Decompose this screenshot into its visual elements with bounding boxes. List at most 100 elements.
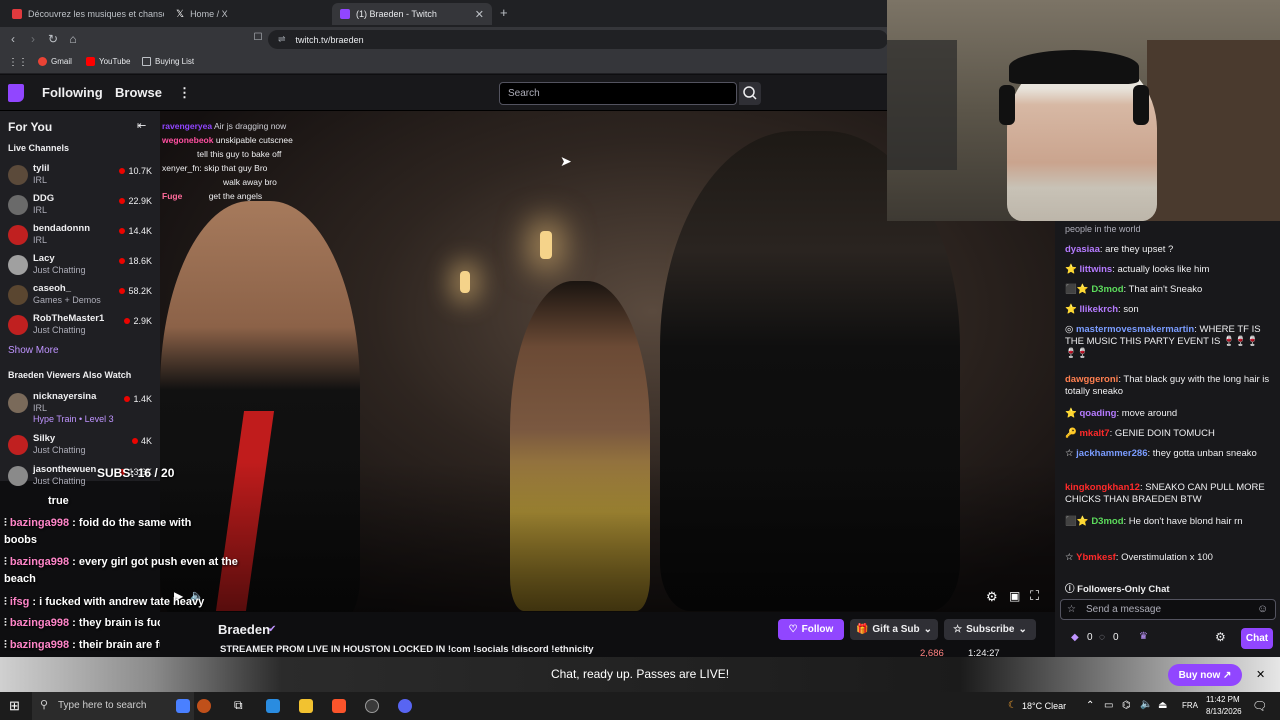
close-tab-icon[interactable]: ✕: [475, 8, 484, 21]
search-icon: [743, 86, 757, 100]
sidebar-channel[interactable]: tylil IRL 10.7K: [0, 162, 160, 192]
chat-username[interactable]: mkalt7: [1079, 428, 1109, 439]
notifications-icon[interactable]: 🗨: [1252, 699, 1267, 713]
chat-username[interactable]: D3mod: [1091, 284, 1123, 295]
apps-icon[interactable]: ⋮⋮: [8, 57, 28, 68]
search-input[interactable]: Search: [499, 82, 737, 105]
fullscreen-icon[interactable]: ⛶: [1030, 588, 1039, 604]
brave-browser-icon[interactable]: [332, 699, 346, 713]
browser-tab[interactable]: Découvrez les musiques et chanson: [4, 3, 164, 25]
site-info-icon[interactable]: ⇌: [278, 34, 286, 45]
reload-icon[interactable]: ↻: [45, 32, 61, 46]
chat-message-input[interactable]: ☆ Send a message ☺: [1060, 599, 1276, 620]
live-channels-heading: Live Channels: [8, 143, 70, 153]
bookmark-label: Gmail: [51, 57, 72, 66]
copilot-app-icon[interactable]: [266, 699, 280, 713]
buy-now-button[interactable]: Buy now ↗: [1168, 664, 1242, 686]
home-icon[interactable]: ⌂: [65, 32, 81, 46]
twitch-logo-icon[interactable]: [8, 84, 24, 102]
more-menu-icon[interactable]: ⋮: [178, 85, 191, 101]
network-icon[interactable]: ⌬: [1122, 700, 1131, 711]
chat-username[interactable]: jackhammer286: [1076, 448, 1147, 459]
football-icon[interactable]: [197, 699, 211, 713]
chat-username[interactable]: Ybmkesf: [1076, 552, 1116, 563]
taskbar-search-input[interactable]: ⚲ Type here to search: [32, 692, 194, 720]
chat-text: GENIE DOIN TOMUCH: [1114, 428, 1215, 439]
close-banner-icon[interactable]: ✕: [1256, 668, 1265, 681]
overlay-chat-message: ⫶ bazinga998 : they brain is fucked: [4, 617, 183, 629]
gift-sub-button[interactable]: 🎁 Gift a Sub ⌄: [850, 619, 938, 640]
battery-icon[interactable]: ▭: [1104, 700, 1113, 711]
browser-tab[interactable]: 𝕏 Home / X: [168, 3, 328, 25]
sidebar-channel[interactable]: Silky Just Chatting 4K: [0, 432, 160, 462]
sidebar-channel[interactable]: Lacy Just Chatting 18.6K: [0, 252, 160, 282]
obs-icon[interactable]: [365, 699, 379, 713]
tray-chevron-icon[interactable]: ⌃: [1086, 700, 1094, 711]
bits-icon[interactable]: ◆: [1071, 632, 1079, 643]
chat-username[interactable]: mastermovesmakermartin: [1076, 324, 1194, 335]
chat-username[interactable]: dawggeroni: [1065, 374, 1118, 385]
bookmark-buying-list[interactable]: Buying List: [142, 57, 194, 66]
viewer-count-text: 58.2K: [128, 286, 152, 296]
channel-name[interactable]: Braeden: [218, 622, 270, 637]
chat-send-button[interactable]: Chat: [1241, 628, 1273, 649]
overlay-chat-line: ravengeryea Air js dragging now: [162, 121, 286, 131]
discord-icon[interactable]: [398, 699, 412, 713]
chat-username[interactable]: dyasiaa: [1065, 244, 1100, 255]
collapse-sidebar-icon[interactable]: ⇤: [137, 119, 146, 132]
input-language[interactable]: FRA: [1182, 701, 1198, 710]
chat-username[interactable]: kingkongkhan12: [1065, 482, 1140, 493]
back-icon[interactable]: ‹: [5, 32, 21, 46]
url-field[interactable]: ⇌ twitch.tv/braeden: [268, 30, 888, 49]
search-icon: ⚲: [40, 699, 49, 711]
file-explorer-icon[interactable]: [299, 699, 313, 713]
bookmark-gmail[interactable]: Gmail: [38, 57, 72, 66]
chat-badge-icon[interactable]: ☆: [1067, 604, 1076, 615]
crown-icon[interactable]: ♛: [1139, 631, 1148, 642]
buy-now-label: Buy now ↗: [1178, 669, 1232, 681]
new-tab-button[interactable]: +: [500, 5, 508, 20]
url-text: twitch.tv/braeden: [295, 34, 364, 45]
channel-points-icon[interactable]: ◌: [1099, 632, 1105, 643]
chat-username[interactable]: llikekrch: [1079, 304, 1118, 315]
sidebar-channel[interactable]: DDG IRL 22.9K: [0, 192, 160, 222]
nav-browse[interactable]: Browse: [115, 85, 162, 100]
taskbar-clock-date[interactable]: 8/13/2026: [1206, 707, 1242, 716]
chat-settings-icon[interactable]: ⚙: [1215, 630, 1226, 644]
task-view-icon[interactable]: ⧉: [234, 698, 243, 713]
overlay-chat-line: walk away bro: [223, 177, 277, 187]
forward-icon[interactable]: ›: [25, 32, 41, 46]
settings-icon[interactable]: ⚙: [986, 589, 998, 605]
live-dot-icon: [119, 258, 126, 264]
emote-picker-icon[interactable]: ☺: [1257, 603, 1268, 615]
viewer-count: 14.4K: [119, 226, 152, 236]
chat-text: true: [48, 495, 69, 507]
nav-following[interactable]: Following: [42, 85, 103, 100]
theatre-mode-icon[interactable]: ▣: [1009, 589, 1020, 603]
taskbar-clock-time[interactable]: 11:42 PM: [1206, 695, 1240, 704]
viewer-count-text: 4K: [140, 436, 152, 446]
copilot-icon[interactable]: [176, 699, 190, 713]
follow-label: Follow: [801, 624, 834, 635]
windows-start-icon[interactable]: ⊞: [9, 698, 20, 714]
follow-button[interactable]: ♡ Follow: [778, 619, 844, 640]
chat-username[interactable]: D3mod: [1091, 516, 1123, 527]
bookmark-youtube[interactable]: YouTube: [86, 57, 130, 66]
search-button[interactable]: [739, 82, 761, 105]
chat-username[interactable]: qoading: [1079, 408, 1116, 419]
sidebar-channel[interactable]: RobTheMaster1 Just Chatting 2.9K: [0, 312, 160, 342]
overlay-chat-text: skip that guy Bro: [204, 163, 268, 173]
followers-only-label: Followers-Only Chat: [1077, 584, 1170, 595]
badge-icon: 🔑: [1065, 428, 1077, 439]
weather-text[interactable]: 18°C Clear: [1022, 701, 1066, 711]
chat-username[interactable]: littwins: [1079, 264, 1112, 275]
sidebar-channel[interactable]: nicknayersina IRL Hype Train • Level 3 1…: [0, 390, 160, 430]
bookmark-icon[interactable]: ☐: [250, 32, 266, 43]
sidebar-channel[interactable]: bendadonnn IRL 14.4K: [0, 222, 160, 252]
sidebar-channel[interactable]: caseoh_ Games + Demos 58.2K: [0, 282, 160, 312]
browser-tab-active[interactable]: (1) Braeden - Twitch ✕: [332, 3, 492, 25]
eject-icon[interactable]: ⏏: [1158, 700, 1167, 711]
subscribe-button[interactable]: ☆ Subscribe ⌄: [944, 619, 1036, 640]
volume-tray-icon[interactable]: 🔈: [1140, 699, 1152, 710]
show-more-link[interactable]: Show More: [8, 345, 59, 356]
